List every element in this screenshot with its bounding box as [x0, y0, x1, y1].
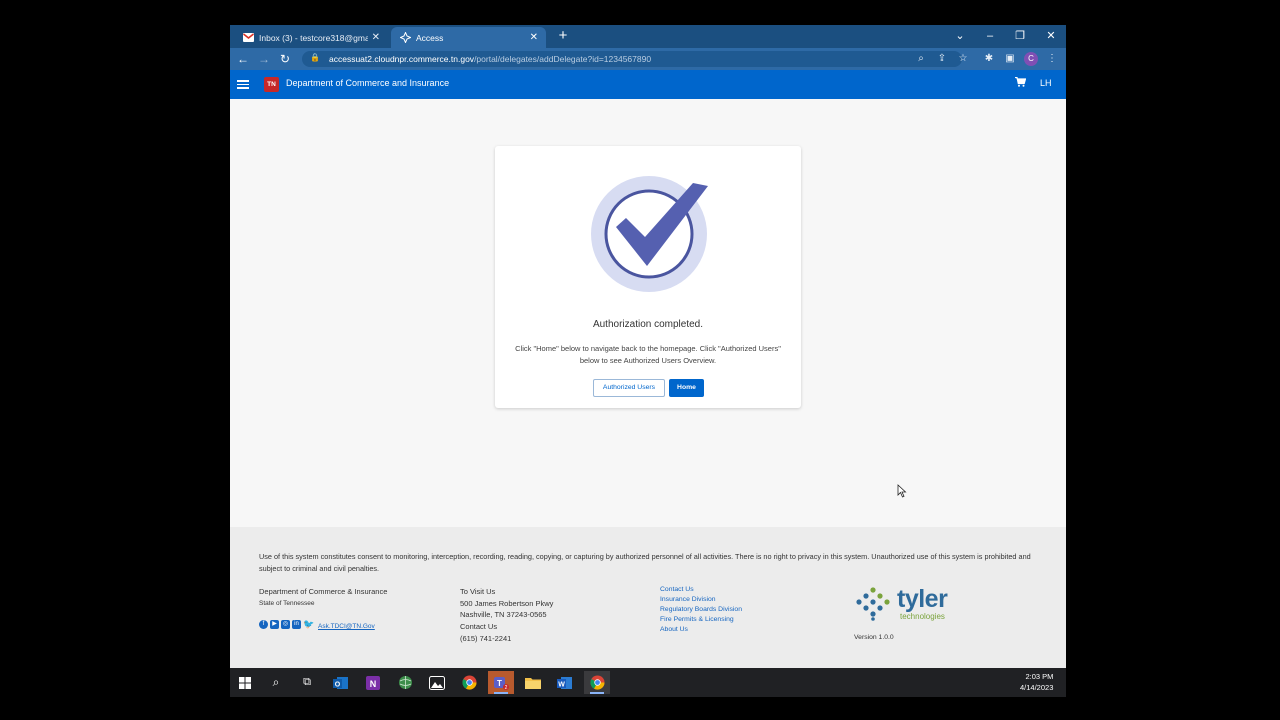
contact-label: Contact Us	[460, 622, 498, 632]
svg-text:O: O	[335, 681, 341, 688]
windows-start-icon[interactable]	[232, 671, 258, 694]
visit-label: To Visit Us	[460, 587, 496, 596]
chrome-icon[interactable]	[456, 671, 482, 694]
file-explorer-icon[interactable]	[520, 671, 546, 694]
address-line1: 500 James Robertson Pkwy	[460, 598, 554, 608]
footer-links: Contact Us Insurance Division Regulatory…	[660, 585, 742, 635]
screen: Inbox (3) - testcore318@gmail.co ✕ Acces…	[230, 25, 1066, 697]
access-icon	[399, 32, 411, 44]
gmail-icon	[242, 32, 254, 44]
authorized-users-button[interactable]: Authorized Users	[593, 379, 665, 397]
browser-tab-strip: Inbox (3) - testcore318@gmail.co ✕ Acces…	[230, 25, 1066, 48]
browser-toolbar: ← → ↻ 🔒 accessuat2.cloudnpr.commerce.tn.…	[230, 48, 1066, 70]
tyler-brand-name: tyler	[897, 585, 948, 613]
bookmark-star-icon[interactable]: ☆	[955, 51, 971, 67]
page-footer: Use of this system constitutes consent t…	[230, 527, 1066, 668]
twitter-icon[interactable]: 🐦	[303, 619, 314, 629]
clock-date: 4/14/2023	[1020, 682, 1054, 692]
side-panel-icon[interactable]: ▣	[1002, 51, 1018, 67]
footer-disclaimer: Use of this system constitutes consent t…	[259, 552, 1031, 573]
social-links: f ▶ ◎ in 🐦 Ask.TDCI@TN.Gov	[259, 618, 375, 630]
back-arrow-icon[interactable]: ←	[235, 51, 251, 67]
footer-org-name: Department of Commerce & Insurance	[259, 587, 388, 596]
extensions-puzzle-icon[interactable]: ✱	[981, 51, 997, 67]
tab-search-chevron-icon[interactable]: ⌄	[950, 27, 970, 45]
maps-globe-icon[interactable]	[392, 671, 418, 694]
profile-avatar[interactable]: C	[1024, 52, 1038, 66]
windows-taskbar: ⌕ ⧉ O N T2 W 2:03 PM 4/14/2023	[230, 668, 1066, 697]
lock-icon: 🔒	[310, 53, 320, 62]
tab-access[interactable]: Access ✕	[391, 27, 546, 48]
window-close-button[interactable]: ✕	[1041, 27, 1061, 45]
more-menu-icon[interactable]: ⋮	[1044, 51, 1060, 67]
minimize-button[interactable]: –	[980, 27, 1000, 45]
tyler-logo: tyler technologies	[854, 583, 974, 627]
address-line2: Nashville, TN 37243-0565	[460, 610, 547, 620]
tyler-dots-icon	[856, 587, 890, 621]
user-initials-button[interactable]: LH	[1040, 78, 1052, 88]
task-view-icon[interactable]: ⧉	[294, 671, 320, 694]
linkedin-icon[interactable]: in	[292, 619, 301, 629]
phone-number: (615) 741-2241	[460, 633, 512, 643]
youtube-icon[interactable]: ▶	[270, 619, 279, 629]
clock-time: 2:03 PM	[1025, 672, 1054, 681]
main-content: Authorization completed. Click "Home" be…	[230, 99, 1066, 527]
chrome-active-icon[interactable]	[584, 671, 610, 694]
footer-link-regulatory-boards[interactable]: Regulatory Boards Division	[660, 605, 742, 615]
authorization-card: Authorization completed. Click "Home" be…	[495, 146, 801, 408]
outlook-icon[interactable]: O	[328, 671, 354, 694]
svg-text:T: T	[497, 679, 502, 688]
facebook-icon[interactable]: f	[259, 619, 268, 629]
footer-link-fire-permits[interactable]: Fire Permits & Licensing	[660, 615, 742, 625]
forward-arrow-icon[interactable]: →	[256, 51, 272, 67]
zoom-icon[interactable]: ⌕	[913, 51, 929, 67]
mouse-cursor-icon	[897, 484, 907, 498]
home-button[interactable]: Home	[669, 379, 704, 397]
restore-button[interactable]: ❐	[1010, 27, 1030, 45]
close-icon[interactable]: ✕	[530, 32, 538, 43]
new-tab-button[interactable]: +	[555, 27, 571, 45]
url-text: accessuat2.cloudnpr.commerce.tn.gov/port…	[329, 54, 651, 64]
footer-link-insurance-division[interactable]: Insurance Division	[660, 595, 742, 605]
version-label: Version 1.0.0	[854, 634, 894, 641]
app-title: Department of Commerce and Insurance	[286, 78, 450, 88]
instagram-icon[interactable]: ◎	[281, 619, 290, 629]
system-clock[interactable]: 2:03 PM 4/14/2023	[1020, 672, 1053, 693]
ask-tdci-link[interactable]: Ask.TDCI@TN.Gov	[318, 623, 375, 630]
hamburger-menu-icon[interactable]	[237, 78, 249, 90]
footer-link-contact-us[interactable]: Contact Us	[660, 585, 742, 595]
cart-icon[interactable]	[1015, 76, 1027, 90]
footer-link-about-us[interactable]: About Us	[660, 625, 742, 635]
word-icon[interactable]: W	[552, 671, 578, 694]
tab-title: Access	[416, 32, 444, 43]
tab-title: Inbox (3) - testcore318@gmail.co	[259, 32, 368, 43]
svg-text:N: N	[370, 679, 377, 689]
onenote-icon[interactable]: N	[360, 671, 386, 694]
svg-text:W: W	[558, 681, 565, 688]
reload-icon[interactable]: ↻	[277, 51, 293, 67]
svg-text:2: 2	[505, 685, 508, 691]
footer-org-column: Department of Commerce & Insurance State…	[259, 586, 387, 609]
share-icon[interactable]: ⇪	[934, 51, 950, 67]
footer-address-column: To Visit Us 500 James Robertson Pkwy Nas…	[460, 586, 553, 645]
tab-gmail-inbox[interactable]: Inbox (3) - testcore318@gmail.co ✕	[234, 27, 388, 48]
url-host: accessuat2.cloudnpr.commerce.tn.gov	[329, 54, 475, 64]
tn-logo: TN	[264, 77, 279, 92]
photos-icon[interactable]	[424, 671, 450, 694]
url-path: /portal/delegates/addDelegate?id=1234567…	[474, 54, 652, 64]
authorization-title: Authorization completed.	[592, 319, 704, 330]
authorization-message: Click "Home" below to navigate back to t…	[515, 344, 781, 365]
tyler-brand-sub: technologies	[900, 612, 945, 621]
address-bar[interactable]: 🔒 accessuat2.cloudnpr.commerce.tn.gov/po…	[302, 51, 962, 67]
close-icon[interactable]: ✕	[372, 32, 380, 43]
app-header: TN Department of Commerce and Insurance …	[230, 70, 1066, 99]
teams-icon[interactable]: T2	[488, 671, 514, 694]
checkmark-circle-icon	[591, 176, 708, 292]
search-icon[interactable]: ⌕	[263, 671, 289, 694]
footer-org-state: State of Tennessee	[259, 599, 315, 607]
